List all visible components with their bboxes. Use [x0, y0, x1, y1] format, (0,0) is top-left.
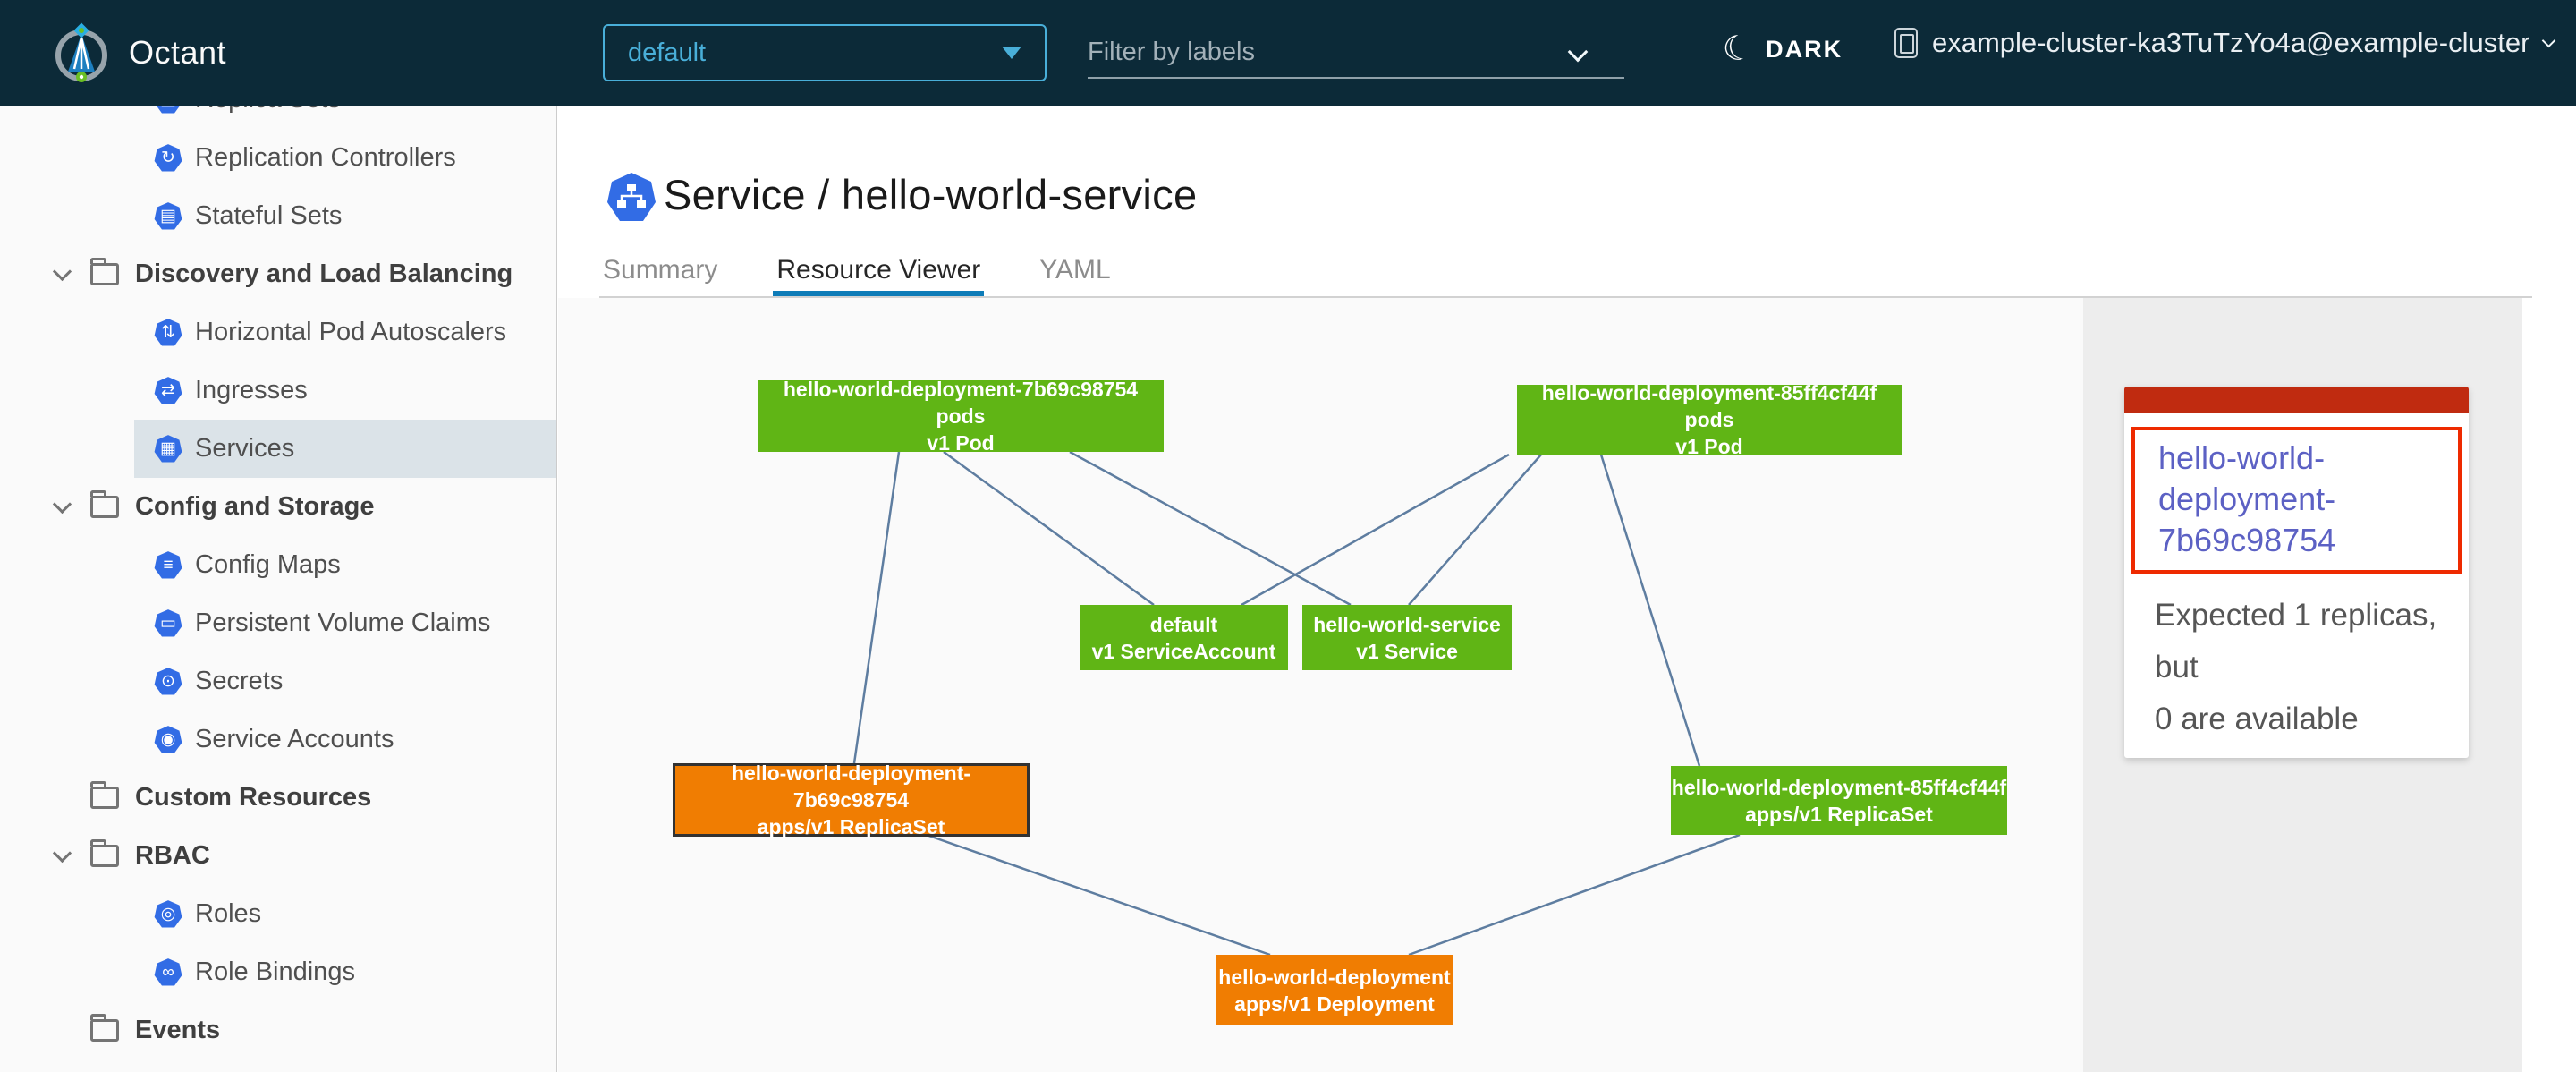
config-maps-icon: ≡ [154, 551, 182, 580]
theme-toggle-button[interactable]: ☾ DARK [1723, 32, 1843, 66]
namespace-dropdown[interactable]: default [603, 24, 1046, 81]
label-filter-input[interactable] [1088, 38, 1571, 67]
folder-icon [90, 787, 119, 809]
chevron-down-icon[interactable] [53, 262, 72, 281]
folder-icon [90, 845, 119, 867]
replica-warning-message: Expected 1 replicas, but 0 are available [2155, 590, 2454, 745]
page-title: Service / hello-world-service [664, 170, 1197, 219]
selected-node-highlight-box: hello-world-deployment-7b69c98754 [2131, 427, 2462, 574]
stateful-sets-icon: ▤ [154, 202, 182, 231]
secrets-icon: ⊙ [154, 668, 182, 696]
horizontal-pod-autoscalers-icon: ⇅ [154, 319, 182, 347]
sidebar-item-stateful-sets[interactable]: ▤ Stateful Sets [134, 187, 556, 245]
graph-node-deployment-hello-world[interactable]: hello-world-deployment apps/v1 Deploymen… [1216, 955, 1453, 1025]
app-title: Octant [129, 34, 226, 72]
tab-bar: Summary Resource Viewer YAML [599, 256, 2532, 298]
resource-viewer-graph: hello-world-deployment-7b69c98754 pods v… [558, 298, 2083, 1072]
folder-icon [90, 496, 119, 518]
moon-icon: ☾ [1719, 30, 1756, 69]
roles-icon: ◎ [154, 900, 182, 929]
cluster-context-label: example-cluster-ka3TuTzYo4a@example-clus… [1932, 27, 2529, 59]
sidebar-item-replica-sets[interactable]: ▣ Replica Sets [134, 106, 556, 129]
sidebar-item-roles[interactable]: ◎ Roles [134, 885, 556, 943]
service-kind-icon [606, 172, 657, 224]
cluster-icon [1894, 28, 1918, 58]
sidebar-item-services[interactable]: ▦ Services [134, 420, 556, 478]
sidebar-item-role-bindings[interactable]: ∞ Role Bindings [134, 943, 556, 1001]
node-detail-panel: hello-world-deployment-7b69c98754 Expect… [2083, 298, 2522, 1072]
tab-resource-viewer[interactable]: Resource Viewer [773, 255, 984, 296]
node-detail-card: hello-world-deployment-7b69c98754 Expect… [2124, 387, 2469, 758]
chevron-down-icon[interactable] [53, 844, 72, 863]
sidebar-group-discovery-and-load-balancing[interactable]: Discovery and Load Balancing [0, 245, 556, 303]
role-bindings-icon: ∞ [154, 958, 182, 987]
persistent-volume-claims-icon: ▭ [154, 609, 182, 638]
replica-sets-icon: ▣ [154, 106, 182, 115]
theme-toggle-label: DARK [1766, 36, 1843, 64]
sidebar-group-custom-resources[interactable]: Custom Resources [0, 769, 556, 827]
chevron-down-icon [2542, 33, 2556, 47]
service-accounts-icon: ◉ [154, 726, 182, 754]
sidebar-group-events[interactable]: Events [0, 1001, 556, 1059]
sidebar-group-config-and-storage[interactable]: Config and Storage [0, 478, 556, 536]
chevron-down-icon[interactable] [53, 495, 72, 514]
sidebar-item-persistent-volume-claims[interactable]: ▭ Persistent Volume Claims [134, 594, 556, 652]
replicaset-link[interactable]: hello-world-deployment-7b69c98754 [2158, 438, 2444, 561]
sidebar-group-rbac[interactable]: RBAC [0, 827, 556, 885]
namespace-dropdown-value: default [628, 38, 706, 68]
graph-node-replicaset-85ff4cf44f[interactable]: hello-world-deployment-85ff4cf44f apps/v… [1671, 766, 2007, 835]
sidebar-item-service-accounts[interactable]: ◉ Service Accounts [134, 710, 556, 769]
status-bar-error [2124, 387, 2469, 413]
sidebar-item-secrets[interactable]: ⊙ Secrets [134, 652, 556, 710]
graph-node-pod-85ff4cf44f[interactable]: hello-world-deployment-85ff4cf44f pods v… [1517, 385, 1902, 455]
chevron-down-icon[interactable] [1568, 42, 1589, 63]
replication-controllers-icon: ↻ [154, 144, 182, 173]
sidebar-item-ingresses[interactable]: ⇄ Ingresses [134, 362, 556, 420]
folder-icon [90, 1019, 119, 1042]
tab-summary[interactable]: Summary [599, 255, 721, 296]
octant-logo-icon [50, 20, 113, 86]
services-icon: ▦ [154, 435, 182, 464]
cluster-context-selector[interactable]: example-cluster-ka3TuTzYo4a@example-clus… [1894, 27, 2554, 59]
caret-down-icon [1002, 47, 1021, 59]
app-header: Octant default ☾ DARK example-cluster-ka… [0, 0, 2576, 106]
sidebar-item-replication-controllers[interactable]: ↻ Replication Controllers [134, 129, 556, 187]
graph-node-service-hello-world-service[interactable]: hello-world-service v1 Service [1302, 605, 1512, 670]
graph-node-replicaset-7b69c98754[interactable]: hello-world-deployment-7b69c98754 apps/v… [673, 763, 1030, 837]
graph-node-pod-7b69c98754[interactable]: hello-world-deployment-7b69c98754 pods v… [758, 380, 1164, 452]
sidebar-nav: ▣ Replica Sets ↻ Replication Controllers… [0, 106, 557, 1072]
label-filter-field [1088, 27, 1624, 79]
folder-icon [90, 263, 119, 285]
tab-yaml[interactable]: YAML [1036, 255, 1114, 296]
ingresses-icon: ⇄ [154, 377, 182, 405]
sidebar-item-config-maps[interactable]: ≡ Config Maps [134, 536, 556, 594]
graph-node-serviceaccount-default[interactable]: default v1 ServiceAccount [1080, 605, 1288, 670]
sidebar-item-horizontal-pod-autoscalers[interactable]: ⇅ Horizontal Pod Autoscalers [134, 303, 556, 362]
main-content: Service / hello-world-service Summary Re… [558, 106, 2576, 1072]
